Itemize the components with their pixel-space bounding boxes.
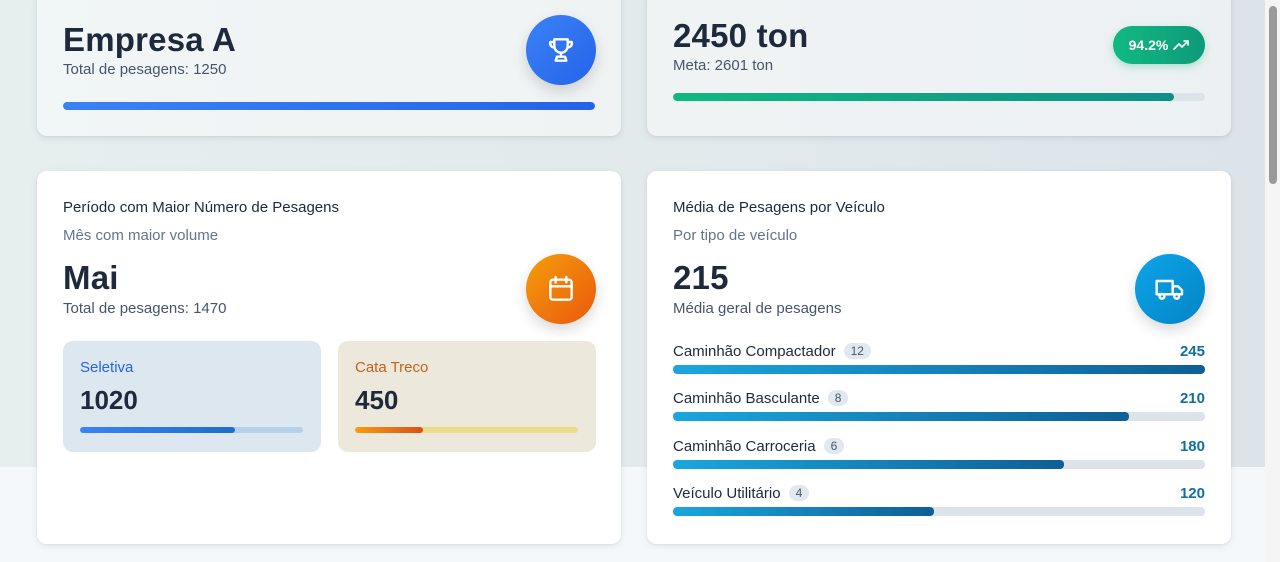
vehicle-name: Veículo Utilitário 4 [673,485,810,502]
vehicle-row-carroceria: Caminhão Carroceria 6 180 [673,438,1205,478]
calendar-icon [526,254,596,324]
vehicle-average-title: Média de Pesagens por Veículo [673,199,885,216]
vehicle-name: Caminhão Compactador 12 [673,343,871,360]
company-progress-bar [63,102,595,110]
vehicle-name: Caminhão Carroceria 6 [673,438,845,455]
vehicle-average-caption: Média geral de pesagens [673,300,842,317]
tonnage-goal: Meta: 2601 ton [673,57,774,74]
vehicle-average-subtitle: Por tipo de veículo [673,227,798,244]
vehicle-row-utilitario: Veículo Utilitário 4 120 [673,485,1205,525]
vehicle-count-badge: 6 [823,438,845,454]
company-name: Empresa A [63,21,236,58]
vehicle-average: 120 [1179,485,1205,502]
vehicle-average: 180 [1179,438,1205,455]
breakdown-bar [355,427,578,433]
vehicle-name: Caminhão Basculante 8 [673,390,849,407]
vehicle-bar [673,365,1205,374]
peak-period-title: Período com Maior Número de Pesagens [63,199,339,216]
peak-period-subtitle: Mês com maior volume [63,227,219,244]
breakdown-card-seletiva: Seletiva 1020 [63,341,321,452]
vehicle-name-text: Caminhão Carroceria [673,438,816,455]
trophy-icon [526,15,596,85]
vehicle-count-badge: 4 [788,485,810,501]
truck-icon [1135,254,1205,324]
tonnage-progress-bar [673,93,1205,101]
vehicle-row-basculante: Caminhão Basculante 8 210 [673,390,1205,430]
vehicle-average: 210 [1179,390,1205,407]
trending-up-icon [1173,40,1190,50]
vehicle-bar [673,507,1205,516]
vehicle-name-text: Caminhão Compactador [673,343,836,360]
vehicle-average: 245 [1179,343,1205,360]
peak-period-value: Mai [63,259,119,296]
vehicle-count-badge: 8 [827,390,849,406]
vehicle-name-text: Caminhão Basculante [673,390,820,407]
vehicle-count-badge: 12 [843,343,871,359]
vehicle-average-value: 215 [673,259,729,296]
vehicle-bar [673,460,1205,469]
breakdown-value: 450 [355,385,399,415]
vertical-scrollbar-thumb[interactable] [1269,6,1277,184]
breakdown-label: Seletiva [80,359,134,376]
goal-percentage-value: 94.2% [1128,37,1169,53]
breakdown-label: Cata Treco [355,359,429,376]
company-total-weighings: Total de pesagens: 1250 [63,61,227,78]
peak-period-total: Total de pesagens: 1470 [63,300,227,317]
vehicle-name-text: Veículo Utilitário [673,485,781,502]
breakdown-bar [80,427,303,433]
vehicle-row-compactador: Caminhão Compactador 12 245 [673,343,1205,383]
goal-percentage-badge: 94.2% [1113,26,1205,64]
vehicle-bar [673,412,1205,421]
breakdown-card-cata-treco: Cata Treco 450 [338,341,596,452]
breakdown-value: 1020 [80,385,138,415]
tonnage-value: 2450 ton [673,17,809,54]
